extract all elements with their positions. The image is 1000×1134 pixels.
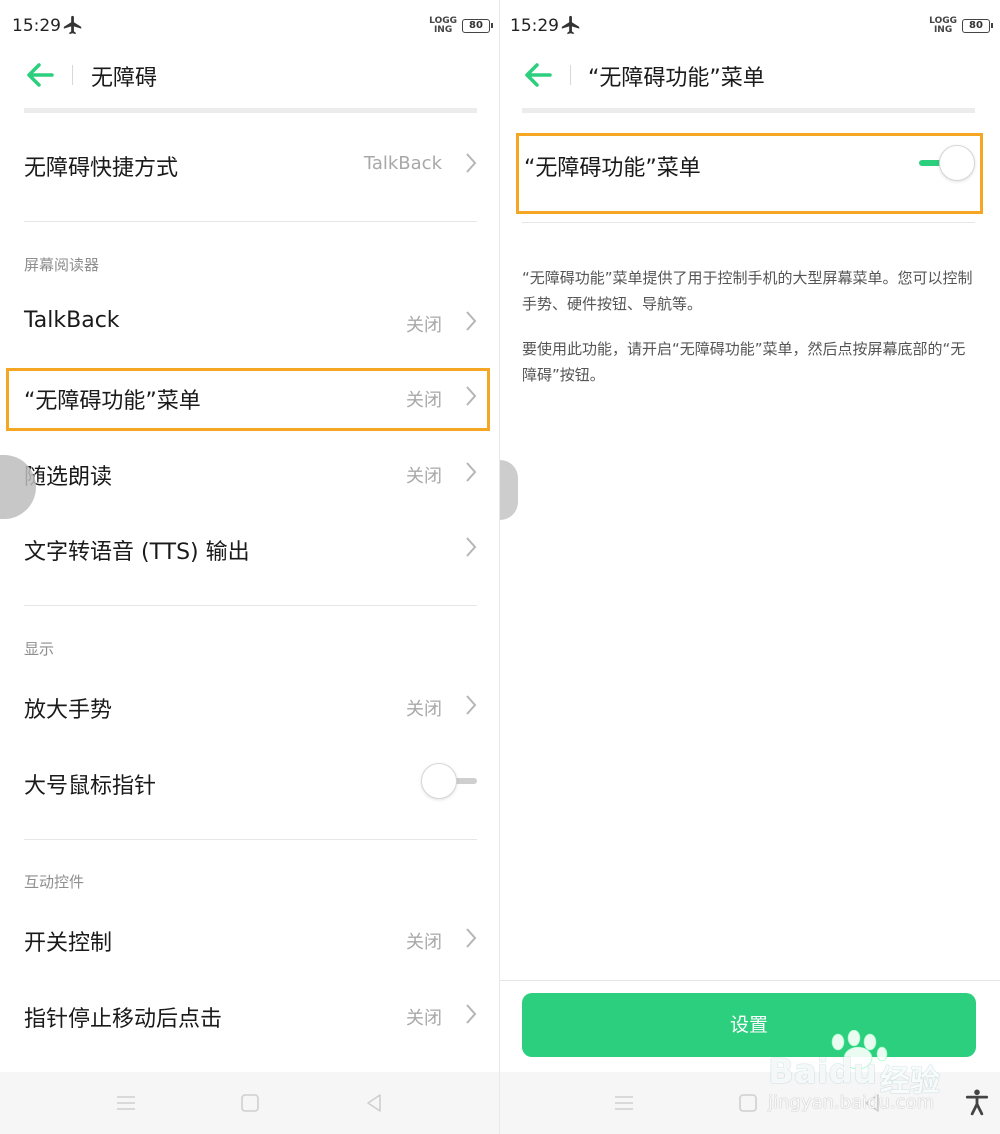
header-divider — [72, 65, 73, 85]
logging-indicator: LOGG ING — [929, 17, 957, 35]
row-value: 关闭 — [406, 315, 442, 336]
row-dwell-click[interactable]: 指针停止移动后点击 关闭 — [0, 979, 499, 1051]
row-magnification-gesture[interactable]: 放大手势 关闭 — [0, 670, 499, 742]
section-header-display: 显示 — [24, 640, 55, 658]
description-paragraph-2: 要使用此功能，请开启“无障碍功能”菜单，然后点按屏幕底部的“无障碍”按钮。 — [522, 340, 966, 384]
chevron-right-icon — [466, 386, 477, 406]
row-label: 放大手势 — [24, 698, 113, 723]
row-value: 关闭 — [406, 390, 442, 411]
status-time: 15:29 — [12, 16, 61, 36]
large-pointer-toggle[interactable] — [421, 763, 477, 799]
airplane-icon — [561, 15, 580, 35]
row-label: 文字转语音 (TTS) 输出 — [24, 540, 250, 565]
home-icon[interactable] — [238, 1091, 262, 1115]
divider — [24, 221, 477, 222]
row-label: 指针停止移动后点击 — [24, 1007, 223, 1032]
row-value: TalkBack — [363, 153, 442, 174]
divider — [24, 839, 477, 840]
description-paragraph-1: “无障碍功能”菜单提供了用于控制手机的大型屏幕菜单。您可以控制手势、硬件按钮、导… — [522, 269, 973, 313]
battery-icon: 80 — [962, 19, 993, 33]
header-shadow-line — [24, 108, 477, 113]
chevron-right-icon — [466, 537, 477, 557]
divider — [500, 980, 1000, 981]
row-tts-output[interactable]: 文字转语音 (TTS) 输出 — [0, 512, 499, 584]
toggle-knob — [939, 145, 975, 181]
logging-line2: ING — [933, 25, 953, 35]
status-time: 15:29 — [510, 16, 559, 36]
back-arrow-icon[interactable] — [524, 62, 552, 88]
row-accessibility-menu-toggle: “无障碍功能”菜单 — [500, 128, 999, 200]
row-label: TalkBack — [24, 308, 120, 333]
app-header: “无障碍功能”菜单 — [500, 52, 999, 98]
chevron-right-icon — [466, 1004, 477, 1024]
divider — [522, 222, 975, 223]
row-label: 无障碍快捷方式 — [24, 156, 179, 181]
accessibility-person-icon[interactable] — [964, 1088, 990, 1116]
toggle-knob — [421, 763, 457, 799]
chevron-right-icon — [466, 311, 477, 331]
row-label: 大号鼠标指针 — [24, 774, 157, 799]
row-label: “无障碍功能”菜单 — [24, 389, 201, 414]
floating-assist-handle[interactable] — [500, 460, 518, 520]
row-accessibility-shortcut[interactable]: 无障碍快捷方式 TalkBack — [0, 128, 499, 200]
logging-indicator: LOGG ING — [429, 17, 457, 35]
chevron-right-icon — [466, 695, 477, 715]
navigation-bar — [0, 1072, 499, 1134]
back-icon[interactable] — [362, 1091, 386, 1115]
settings-button[interactable]: 设置 — [522, 993, 976, 1057]
chevron-right-icon — [466, 462, 477, 482]
row-accessibility-menu[interactable]: “无障碍功能”菜单 关闭 — [0, 361, 499, 433]
row-value: 关闭 — [406, 699, 442, 720]
back-arrow-icon[interactable] — [26, 62, 54, 88]
row-select-to-speak[interactable]: 随选朗读 关闭 — [0, 437, 499, 509]
app-header: 无障碍 — [0, 52, 499, 98]
divider — [24, 605, 477, 606]
logging-line2: ING — [433, 25, 453, 35]
accessibility-menu-screen: 15:29 LOGG ING 80 “无障碍功能”菜单 “无障碍功能”菜单 — [500, 0, 999, 1134]
row-talkback[interactable]: TalkBack 关闭 — [0, 286, 499, 358]
section-header-interaction: 互动控件 — [24, 873, 85, 891]
watermark-url: jingyan.baidu.com — [768, 1092, 935, 1113]
row-label: 随选朗读 — [24, 465, 113, 490]
watermark-brand: Baidu — [768, 1052, 878, 1092]
row-value: 关闭 — [406, 466, 442, 487]
status-bar: 15:29 LOGG ING 80 — [500, 0, 999, 52]
toggle-label: “无障碍功能”菜单 — [524, 156, 701, 181]
page-title: 无障碍 — [91, 66, 158, 91]
battery-icon: 80 — [462, 19, 493, 33]
menu-icon[interactable] — [114, 1091, 138, 1115]
header-divider — [570, 65, 571, 85]
airplane-icon — [63, 15, 82, 35]
chevron-right-icon — [466, 928, 477, 948]
chevron-right-icon — [466, 153, 477, 173]
home-icon[interactable] — [736, 1091, 760, 1115]
accessibility-menu-toggle[interactable] — [919, 145, 975, 181]
row-label: 开关控制 — [24, 931, 113, 956]
menu-icon[interactable] — [612, 1091, 636, 1115]
page-title: “无障碍功能”菜单 — [588, 66, 765, 91]
status-bar: 15:29 LOGG ING 80 — [0, 0, 499, 52]
section-header-screen-reader: 屏幕阅读器 — [24, 256, 100, 274]
header-shadow-line — [522, 108, 975, 113]
row-large-mouse-pointer: 大号鼠标指针 — [0, 746, 499, 818]
row-value: 关闭 — [406, 932, 442, 953]
row-switch-access[interactable]: 开关控制 关闭 — [0, 903, 499, 975]
accessibility-screen: 15:29 LOGG ING 80 无障碍 无障碍快捷方式 TalkBack 屏幕… — [0, 0, 499, 1134]
row-value: 关闭 — [406, 1008, 442, 1029]
